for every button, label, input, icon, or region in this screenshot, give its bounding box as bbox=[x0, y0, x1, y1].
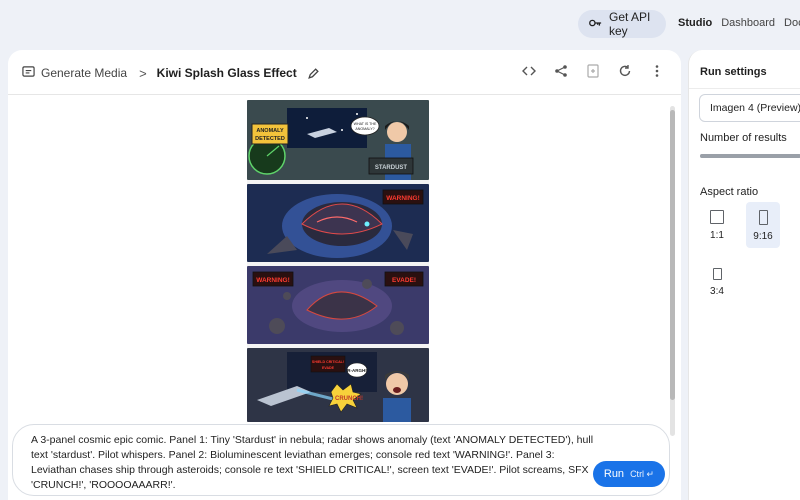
svg-text:EVADE: EVADE bbox=[322, 366, 335, 370]
nav-dashboard[interactable]: Dashboard bbox=[721, 17, 775, 29]
run-settings-title: Run settings bbox=[700, 66, 767, 78]
aspect-ratio-1-1-label: 1:1 bbox=[710, 230, 724, 241]
prompt-input[interactable]: A 3-panel cosmic epic comic. Panel 1: Ti… bbox=[31, 433, 601, 493]
scrollbar-thumb[interactable] bbox=[670, 110, 675, 400]
svg-text:CRUNCH!: CRUNCH! bbox=[335, 396, 363, 402]
compare-icon[interactable] bbox=[585, 63, 601, 79]
key-icon bbox=[588, 16, 602, 33]
top-nav: Studio Dashboard Docum bbox=[678, 17, 800, 29]
get-api-key-label: Get API key bbox=[609, 10, 651, 38]
svg-text:WHAT IS THE: WHAT IS THE bbox=[354, 122, 377, 126]
comic-panel-2: WARNING! bbox=[247, 184, 429, 262]
get-api-key-button[interactable]: Get API key bbox=[578, 10, 666, 38]
svg-text:WARNING!: WARNING! bbox=[386, 195, 420, 202]
model-select[interactable]: Imagen 4 (Preview) bbox=[699, 94, 800, 122]
share-icon[interactable] bbox=[553, 63, 569, 79]
aspect-ratio-9-16-label: 9:16 bbox=[753, 231, 773, 242]
page-title: Kiwi Splash Glass Effect bbox=[156, 66, 297, 80]
image-scrollbar[interactable] bbox=[670, 106, 675, 436]
aspect-ratio-1-1[interactable]: 1:1 bbox=[700, 202, 734, 248]
media-icon bbox=[22, 65, 41, 81]
svg-text:R-ARGH!: R-ARGH! bbox=[347, 368, 367, 373]
more-vert-icon[interactable] bbox=[649, 63, 665, 79]
run-settings-panel: Run settings Imagen 4 (Preview) Number o… bbox=[688, 50, 800, 500]
divider bbox=[689, 88, 800, 89]
breadcrumb-separator: > bbox=[139, 65, 147, 81]
slider-fill bbox=[700, 154, 800, 158]
svg-text:WARNING!: WARNING! bbox=[256, 277, 290, 284]
nav-docs[interactable]: Docum bbox=[784, 17, 800, 29]
code-icon[interactable] bbox=[521, 63, 537, 79]
run-button[interactable]: Run Ctrl ↵ bbox=[593, 461, 665, 487]
aspect-ratio-3-4-label: 3:4 bbox=[710, 286, 724, 297]
nav-studio[interactable]: Studio bbox=[678, 17, 712, 29]
number-of-results-slider[interactable] bbox=[700, 154, 800, 158]
run-label: Run bbox=[603, 468, 625, 480]
aspect-ratio-9-16[interactable]: 9:16 bbox=[746, 202, 780, 248]
top-bar: Get API key Studio Dashboard Docum bbox=[0, 0, 800, 48]
svg-text:DETECTED: DETECTED bbox=[255, 136, 285, 142]
edit-title-icon[interactable] bbox=[307, 67, 319, 79]
portrait-3-4-icon bbox=[712, 268, 722, 280]
svg-text:EVADE!: EVADE! bbox=[392, 277, 416, 284]
svg-text:STARDUST: STARDUST bbox=[375, 165, 408, 171]
aspect-ratio-3-4[interactable]: 3:4 bbox=[700, 260, 734, 306]
run-shortcut: Ctrl ↵ bbox=[630, 468, 655, 479]
toolbar-actions bbox=[521, 63, 665, 79]
breadcrumb: Generate Media > Kiwi Splash Glass Effec… bbox=[22, 65, 319, 81]
comic-panel-4: SHIELD CRITICAL! EVADE R-ARGH! CRUNCH! bbox=[247, 348, 429, 422]
comic-panel-1: ANOMALY DETECTED WHAT IS THE ANOMALY? ST… bbox=[247, 100, 429, 180]
comic-panel-3: WARNING! EVADE! bbox=[247, 266, 429, 344]
refresh-icon[interactable] bbox=[617, 63, 633, 79]
generated-image[interactable]: ANOMALY DETECTED WHAT IS THE ANOMALY? ST… bbox=[247, 100, 429, 422]
svg-text:SHIELD CRITICAL!: SHIELD CRITICAL! bbox=[312, 360, 344, 364]
anomaly-text: ANOMALY bbox=[256, 128, 284, 134]
aspect-ratio-label: Aspect ratio bbox=[700, 186, 759, 198]
number-of-results-label: Number of results bbox=[700, 132, 787, 144]
square-icon bbox=[710, 210, 724, 224]
portrait-icon bbox=[758, 210, 768, 225]
prompt-box[interactable]: A 3-panel cosmic epic comic. Panel 1: Ti… bbox=[12, 424, 670, 496]
toolbar: Generate Media > Kiwi Splash Glass Effec… bbox=[8, 50, 681, 95]
breadcrumb-root[interactable]: Generate Media bbox=[41, 66, 127, 80]
svg-text:ANOMALY?: ANOMALY? bbox=[355, 127, 374, 131]
main-panel: Generate Media > Kiwi Splash Glass Effec… bbox=[8, 50, 681, 500]
